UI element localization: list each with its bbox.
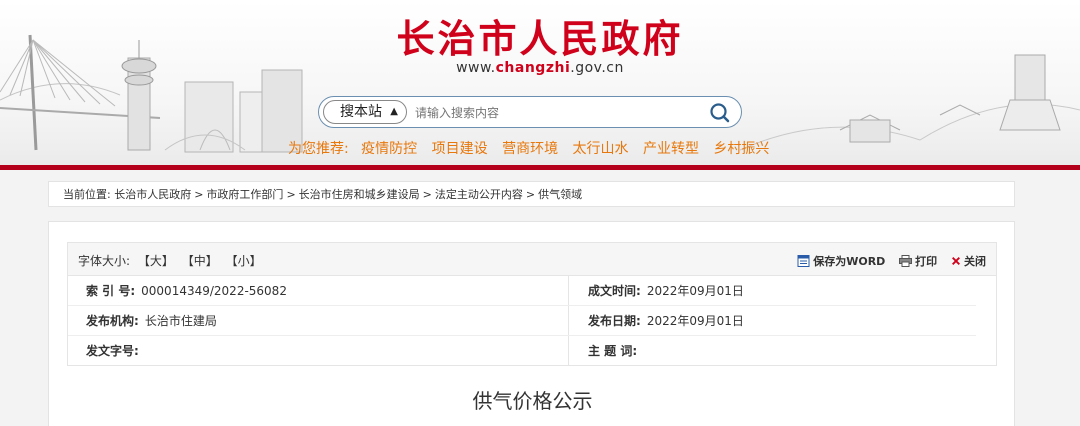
font-size-selector: 字体大小: 【大】 【中】 【小】 (78, 252, 266, 269)
breadcrumb-item[interactable]: 供气领域 (538, 188, 582, 201)
breadcrumb-item[interactable]: 法定主动公开内容 (435, 188, 523, 201)
recommend-label: 为您推荐: (288, 141, 349, 157)
header-banner: 长治市人民政府 www.changzhi.gov.cn 搜本站 ▲ 为您推荐: … (0, 0, 1080, 170)
meta-row: 发布机构: 长治市住建局 发布日期: 2022年09月01日 (68, 306, 976, 336)
recommend-item-projects[interactable]: 项目建设 (432, 141, 488, 157)
breadcrumb-item[interactable]: 长治市人民政府 (114, 188, 191, 201)
meta-value: 长治市住建局 (144, 314, 217, 328)
font-size-small[interactable]: 【小】 (226, 254, 262, 268)
search-scope-dropdown[interactable]: 搜本站 ▲ (323, 100, 407, 124)
breadcrumb: 当前位置: 长治市人民政府 > 市政府工作部门 > 长治市住房和城乡建设局 > 法定主动公开… (48, 181, 1015, 207)
site-url: www.changzhi.gov.cn (0, 60, 1080, 76)
header-divider (0, 165, 1080, 170)
meta-index: 索 引 号: 000014349/2022-56082 (86, 276, 287, 306)
breadcrumb-label: 当前位置: (63, 188, 111, 201)
article-panel: 字体大小: 【大】 【中】 【小】 保存为WORD 打印 关闭 索 引 号: 00… (48, 221, 1015, 426)
meta-key: 成文时间: (588, 284, 641, 298)
breadcrumb-separator: > (525, 188, 536, 201)
search-icon[interactable] (709, 102, 731, 124)
meta-value: 2022年09月01日 (646, 284, 744, 298)
font-size-medium[interactable]: 【中】 (182, 254, 218, 268)
print-button[interactable]: 打印 (899, 253, 937, 269)
recommend-item-business[interactable]: 营商环境 (502, 141, 558, 157)
close-button[interactable]: 关闭 (951, 253, 986, 269)
meta-published: 发布日期: 2022年09月01日 (588, 306, 744, 336)
meta-doc-no: 发文字号: (86, 336, 145, 366)
document-metadata: 索 引 号: 000014349/2022-56082 成文时间: 2022年09月… (67, 276, 997, 366)
word-doc-icon (797, 255, 810, 267)
printer-icon (899, 255, 913, 267)
article-actions: 保存为WORD 打印 关闭 (787, 253, 986, 270)
save-word-label: 保存为WORD (813, 255, 886, 268)
meta-org: 发布机构: 长治市住建局 (86, 306, 217, 336)
breadcrumb-item[interactable]: 市政府工作部门 (206, 188, 283, 201)
close-icon (952, 257, 960, 265)
meta-row: 索 引 号: 000014349/2022-56082 成文时间: 2022年09月… (68, 276, 976, 306)
search-input[interactable] (415, 103, 695, 123)
breadcrumb-separator: > (286, 188, 296, 201)
article-toolbar: 字体大小: 【大】 【中】 【小】 保存为WORD 打印 关闭 (67, 242, 997, 276)
meta-key: 发布机构: (86, 314, 139, 328)
close-label: 关闭 (964, 255, 986, 268)
caret-up-icon: ▲ (390, 106, 398, 117)
font-size-large[interactable]: 【大】 (138, 254, 174, 268)
meta-key: 主 题 词: (588, 344, 638, 358)
recommend-item-taihang[interactable]: 太行山水 (573, 141, 629, 157)
save-word-button[interactable]: 保存为WORD (797, 253, 885, 269)
article-title: 供气价格公示 (472, 389, 593, 413)
meta-key: 索 引 号: (86, 284, 136, 298)
breadcrumb-item[interactable]: 长治市住房和城乡建设局 (299, 188, 420, 201)
meta-row: 发文字号: 主 题 词: (68, 336, 976, 366)
meta-value: 000014349/2022-56082 (141, 284, 287, 298)
breadcrumb-separator: > (194, 188, 204, 201)
recommend-item-rural[interactable]: 乡村振兴 (713, 141, 769, 157)
site-url-domain: changzhi (495, 60, 571, 76)
site-title: 长治市人民政府 (396, 16, 684, 61)
meta-created: 成文时间: 2022年09月01日 (588, 276, 744, 306)
print-label: 打印 (915, 255, 938, 268)
search-bar: 搜本站 ▲ (318, 96, 742, 128)
site-url-prefix: www. (456, 60, 496, 76)
breadcrumb-separator: > (422, 188, 432, 201)
recommend-item-industry[interactable]: 产业转型 (643, 141, 699, 157)
recommend-bar: 为您推荐: 疫情防控 项目建设 营商环境 太行山水 产业转型 乡村振兴 (288, 138, 779, 158)
meta-value: 2022年09月01日 (646, 314, 744, 328)
search-scope-label: 搜本站 (340, 104, 382, 120)
recommend-item-epidemic[interactable]: 疫情防控 (361, 141, 417, 157)
font-size-label: 字体大小: (78, 254, 131, 268)
meta-key: 发布日期: (588, 314, 641, 328)
meta-key: 发文字号: (86, 344, 139, 358)
site-url-suffix: .gov.cn (570, 60, 624, 76)
meta-subject: 主 题 词: (588, 336, 643, 366)
